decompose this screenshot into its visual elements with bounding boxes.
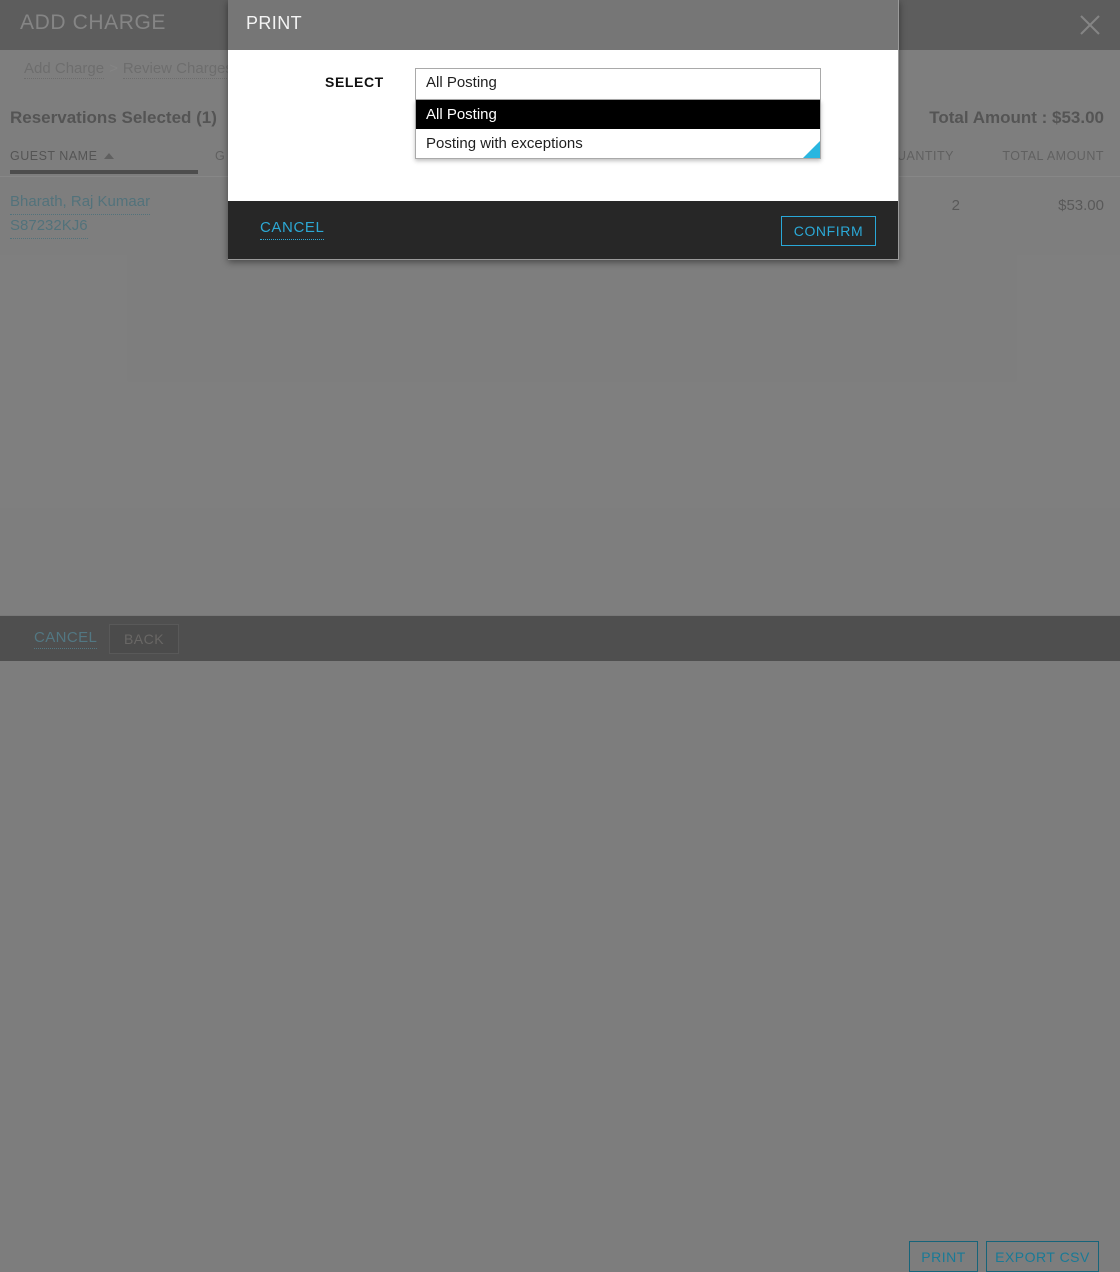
active-sort-underline: [10, 170, 198, 174]
breadcrumb: Add Charge > Review Charges: [24, 60, 233, 79]
guest-name-link[interactable]: Bharath, Raj Kumaar: [10, 191, 151, 215]
modal-body: SELECT All Posting All Posting Posting w…: [228, 50, 898, 201]
column-header-quantity-label: UANTITY: [897, 149, 954, 163]
reservations-selected-title: Reservations Selected (1): [10, 108, 217, 127]
modal-header: PRINT: [228, 0, 898, 50]
column-header-total-amount-label: TOTAL AMOUNT: [1002, 149, 1104, 163]
cell-quantity: 2: [951, 197, 960, 214]
cancel-button[interactable]: CANCEL: [34, 629, 98, 649]
export-csv-button[interactable]: EXPORT CSV: [986, 1241, 1099, 1272]
print-modal: PRINT SELECT All Posting All Posting Pos…: [228, 0, 899, 260]
select-option-all-posting[interactable]: All Posting: [416, 100, 820, 129]
column-header-g[interactable]: G: [215, 149, 225, 163]
sort-ascending-icon: [104, 152, 115, 159]
page-title: ADD CHARGE: [20, 11, 167, 34]
breadcrumb-separator: >: [109, 60, 118, 77]
modal-title: PRINT: [246, 13, 302, 33]
total-amount-summary: Total Amount : $53.00: [929, 108, 1104, 127]
back-button[interactable]: BACK: [109, 624, 179, 654]
column-header-guest-name-label: GUEST NAME: [10, 149, 98, 163]
bottom-action-bar: CANCEL BACK PRINT EXPORT CSV: [0, 615, 1120, 1272]
select-options-list: All Posting Posting with exceptions: [415, 100, 821, 159]
column-header-guest-name[interactable]: GUEST NAME: [10, 149, 115, 163]
close-icon[interactable]: [1070, 5, 1110, 45]
select-option-posting-with-exceptions[interactable]: Posting with exceptions: [416, 129, 820, 158]
select-dropdown: All Posting All Posting Posting with exc…: [415, 68, 821, 159]
modal-footer: CANCEL CONFIRM: [228, 201, 898, 259]
cell-guest: Bharath, Raj Kumaar S87232KJ6: [10, 191, 151, 239]
confirmation-number-link[interactable]: S87232KJ6: [10, 215, 88, 239]
column-header-total-amount[interactable]: TOTAL AMOUNT: [1002, 149, 1104, 163]
select-input[interactable]: All Posting: [415, 68, 821, 100]
column-header-g-label: G: [215, 149, 226, 163]
select-label: SELECT: [325, 74, 384, 90]
cell-total-amount: $53.00: [1058, 197, 1104, 214]
breadcrumb-item-add-charge[interactable]: Add Charge: [24, 60, 105, 79]
breadcrumb-item-review-charges[interactable]: Review Charges: [122, 60, 233, 79]
resize-grip-icon[interactable]: [803, 141, 820, 158]
modal-cancel-button[interactable]: CANCEL: [260, 219, 325, 240]
modal-confirm-button[interactable]: CONFIRM: [781, 216, 876, 246]
column-header-quantity[interactable]: UANTITY: [897, 149, 954, 163]
print-button[interactable]: PRINT: [909, 1241, 978, 1272]
